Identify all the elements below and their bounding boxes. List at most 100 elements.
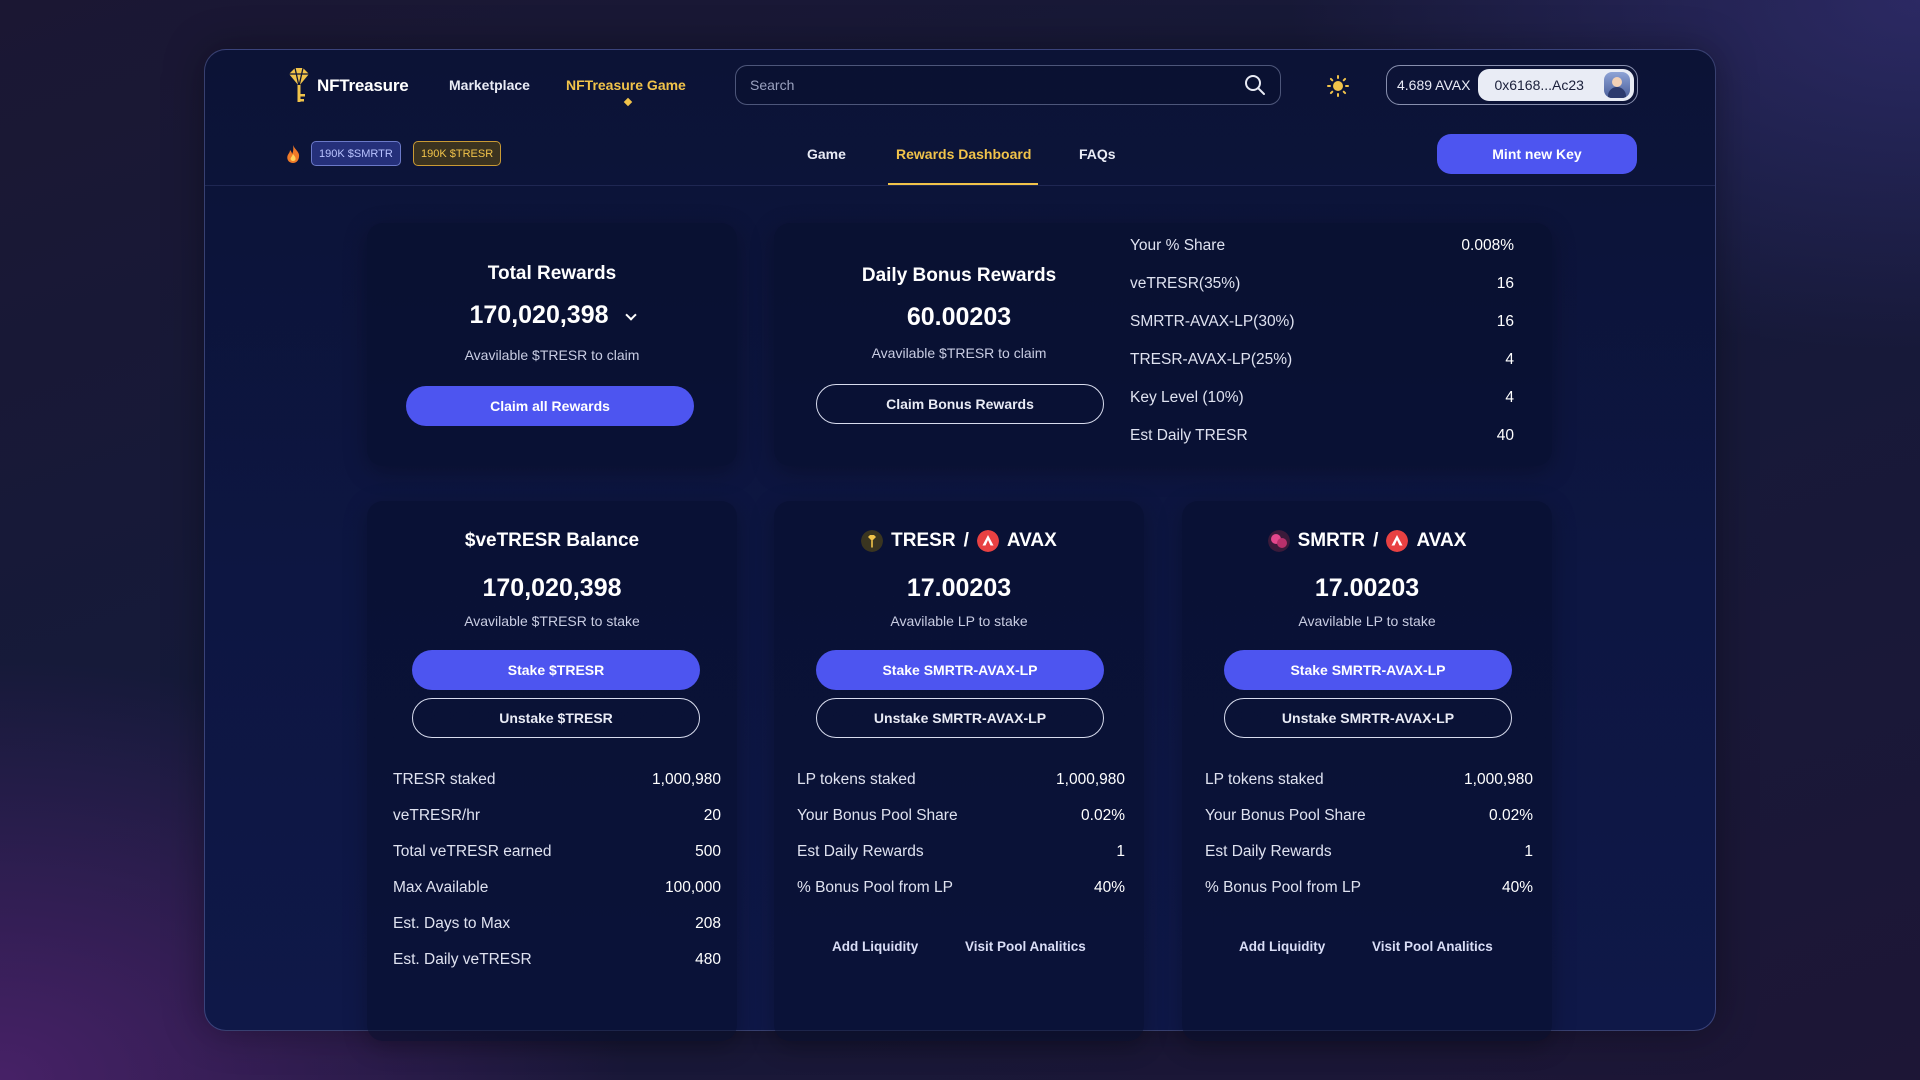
- header-divider: [205, 185, 1715, 186]
- smrtr-avax-pool-card: SMRTR / AVAX 17.00203 Avavilable LP to s…: [1182, 501, 1552, 1041]
- visit-pool-analytics-link[interactable]: Visit Pool Analitics: [965, 939, 1086, 954]
- stat-value: 1: [1116, 843, 1125, 860]
- avax-coin-icon: [976, 530, 999, 552]
- token-a-label: SMRTR: [1297, 530, 1366, 551]
- bonus-stat-row: TRESR-AVAX-LP(25%) 4: [1130, 351, 1514, 369]
- chevron-down-icon[interactable]: [624, 309, 637, 321]
- stake-tresr-button[interactable]: Stake $TRESR: [412, 650, 700, 690]
- pool-stat-row: LP tokens staked 1,000,980: [797, 771, 1125, 789]
- stat-label: Total veTRESR earned: [393, 843, 552, 860]
- active-indicator-icon: [623, 97, 633, 107]
- stat-value: 100,000: [664, 879, 721, 896]
- total-rewards-value[interactable]: 170,020,398: [367, 301, 737, 330]
- stat-value: 0.008%: [1461, 237, 1514, 254]
- stake-lp-button[interactable]: Stake SMRTR-AVAX-LP: [816, 650, 1104, 690]
- bonus-stat-row: Your % Share 0.008%: [1130, 237, 1514, 255]
- stat-value: 40: [1496, 427, 1514, 444]
- bonus-stat-row: Key Level (10%) 4: [1130, 389, 1514, 407]
- stat-value: 0.02%: [1489, 807, 1533, 824]
- bonus-stat-row: Est Daily TRESR 40: [1130, 427, 1514, 445]
- vetresr-stat-row: TRESR staked 1,000,980: [393, 771, 721, 789]
- pool-stat-row: LP tokens staked 1,000,980: [1205, 771, 1533, 789]
- pool-stat-row: Est Daily Rewards 1: [1205, 843, 1533, 861]
- search-bar[interactable]: [735, 65, 1281, 105]
- stat-label: Est Daily Rewards: [1205, 843, 1332, 860]
- tresr-coin-icon: [861, 530, 884, 552]
- stat-label: Your Bonus Pool Share: [1205, 807, 1366, 824]
- stat-label: Max Available: [393, 879, 489, 896]
- total-rewards-amount: 170,020,398: [469, 301, 609, 329]
- unstake-lp-button[interactable]: Unstake SMRTR-AVAX-LP: [816, 698, 1104, 738]
- tab-rewards-dashboard[interactable]: Rewards Dashboard: [896, 146, 1031, 162]
- stat-value: 4: [1505, 351, 1514, 368]
- claim-bonus-rewards-button[interactable]: Claim Bonus Rewards: [816, 384, 1104, 424]
- stake-lp-button[interactable]: Stake SMRTR-AVAX-LP: [1224, 650, 1512, 690]
- stat-label: Est Daily Rewards: [797, 843, 924, 860]
- stat-label: Your Bonus Pool Share: [797, 807, 958, 824]
- total-rewards-subtitle: Avavilable $TRESR to claim: [464, 347, 640, 363]
- stat-value: 40%: [1093, 879, 1125, 896]
- pool-pair-title: SMRTR / AVAX: [1182, 530, 1552, 552]
- sun-icon[interactable]: [1327, 75, 1349, 97]
- stat-label: Your % Share: [1130, 237, 1226, 254]
- wallet-widget[interactable]: 4.689 AVAX 0x6168...Ac23: [1386, 65, 1638, 105]
- unstake-lp-button[interactable]: Unstake SMRTR-AVAX-LP: [1224, 698, 1512, 738]
- total-rewards-card: Total Rewards 170,020,398 Avavilable $TR…: [367, 223, 737, 466]
- stat-value: 480: [695, 951, 721, 968]
- unstake-tresr-button[interactable]: Unstake $TRESR: [412, 698, 700, 738]
- pool-stat-row: % Bonus Pool from LP 40%: [797, 879, 1125, 897]
- stat-value: 4: [1505, 389, 1514, 406]
- stat-value: 1,000,980: [652, 771, 721, 788]
- add-liquidity-link[interactable]: Add Liquidity: [832, 939, 918, 954]
- stat-label: TRESR-AVAX-LP(25%): [1130, 351, 1293, 368]
- mint-new-key-button[interactable]: Mint new Key: [1437, 134, 1637, 174]
- daily-bonus-value: 60.00203: [906, 303, 1012, 331]
- add-liquidity-link[interactable]: Add Liquidity: [1239, 939, 1325, 954]
- pair-separator: /: [1373, 530, 1379, 551]
- pool-pair-title: TRESR / AVAX: [774, 530, 1144, 552]
- token-b-label: AVAX: [1006, 530, 1057, 551]
- stat-label: Key Level (10%): [1130, 389, 1244, 406]
- search-input[interactable]: [750, 77, 1244, 93]
- stat-value: 16: [1496, 275, 1514, 292]
- stat-value: 40%: [1501, 879, 1533, 896]
- bonus-stat-row: veTRESR(35%) 16: [1130, 275, 1514, 293]
- tab-faqs[interactable]: FAQs: [1079, 146, 1116, 162]
- stat-value: 208: [695, 915, 721, 932]
- pool-stat-row: Your Bonus Pool Share 0.02%: [1205, 807, 1533, 825]
- vetresr-stat-row: Est. Days to Max 208: [393, 915, 721, 933]
- nav-marketplace[interactable]: Marketplace: [449, 77, 530, 93]
- stat-label: TRESR staked: [393, 771, 496, 788]
- claim-all-rewards-button[interactable]: Claim all Rewards: [406, 386, 694, 426]
- stat-label: % Bonus Pool from LP: [1205, 879, 1361, 896]
- token-a-label: TRESR: [891, 530, 956, 551]
- avatar[interactable]: [1604, 72, 1630, 98]
- vetresr-subtitle: Avavilable $TRESR to stake: [464, 613, 640, 629]
- fire-icon: [287, 145, 300, 163]
- stat-label: Est. Days to Max: [393, 915, 511, 932]
- wallet-address-button[interactable]: 0x6168...Ac23: [1478, 69, 1634, 101]
- avax-coin-icon: [1386, 530, 1409, 552]
- search-icon[interactable]: [1244, 74, 1266, 96]
- tresr-avax-pool-card: TRESR / AVAX 17.00203 Avavilable LP to s…: [774, 501, 1144, 1041]
- smrtr-pool-subtitle: Avavilable LP to stake: [1298, 613, 1436, 629]
- daily-bonus-card: Daily Bonus Rewards 60.00203 Avavilable …: [774, 223, 1552, 466]
- pair-separator: /: [963, 530, 969, 551]
- tresr-pool-subtitle: Avavilable LP to stake: [890, 613, 1028, 629]
- nav-nftreasure-game[interactable]: NFTreasure Game: [566, 77, 686, 107]
- wallet-balance: 4.689 AVAX: [1397, 77, 1471, 93]
- nav-game-label: NFTreasure Game: [566, 77, 686, 93]
- stat-value: 1,000,980: [1056, 771, 1125, 788]
- stat-label: LP tokens staked: [797, 771, 916, 788]
- vetresr-stat-row: veTRESR/hr 20: [393, 807, 721, 825]
- tab-game[interactable]: Game: [807, 146, 846, 162]
- smrtr-coin-icon: [1267, 530, 1290, 552]
- stat-label: veTRESR/hr: [393, 807, 480, 824]
- visit-pool-analytics-link[interactable]: Visit Pool Analitics: [1372, 939, 1493, 954]
- daily-bonus-subtitle: Avavilable $TRESR to claim: [871, 345, 1047, 361]
- pool-stat-row: % Bonus Pool from LP 40%: [1205, 879, 1533, 897]
- smrtr-badge: 190K $SMRTR: [311, 141, 401, 166]
- smrtr-pool-value: 17.00203: [1314, 574, 1420, 602]
- key-logo-icon: [289, 67, 309, 102]
- logo[interactable]: NFTreasure: [285, 66, 409, 106]
